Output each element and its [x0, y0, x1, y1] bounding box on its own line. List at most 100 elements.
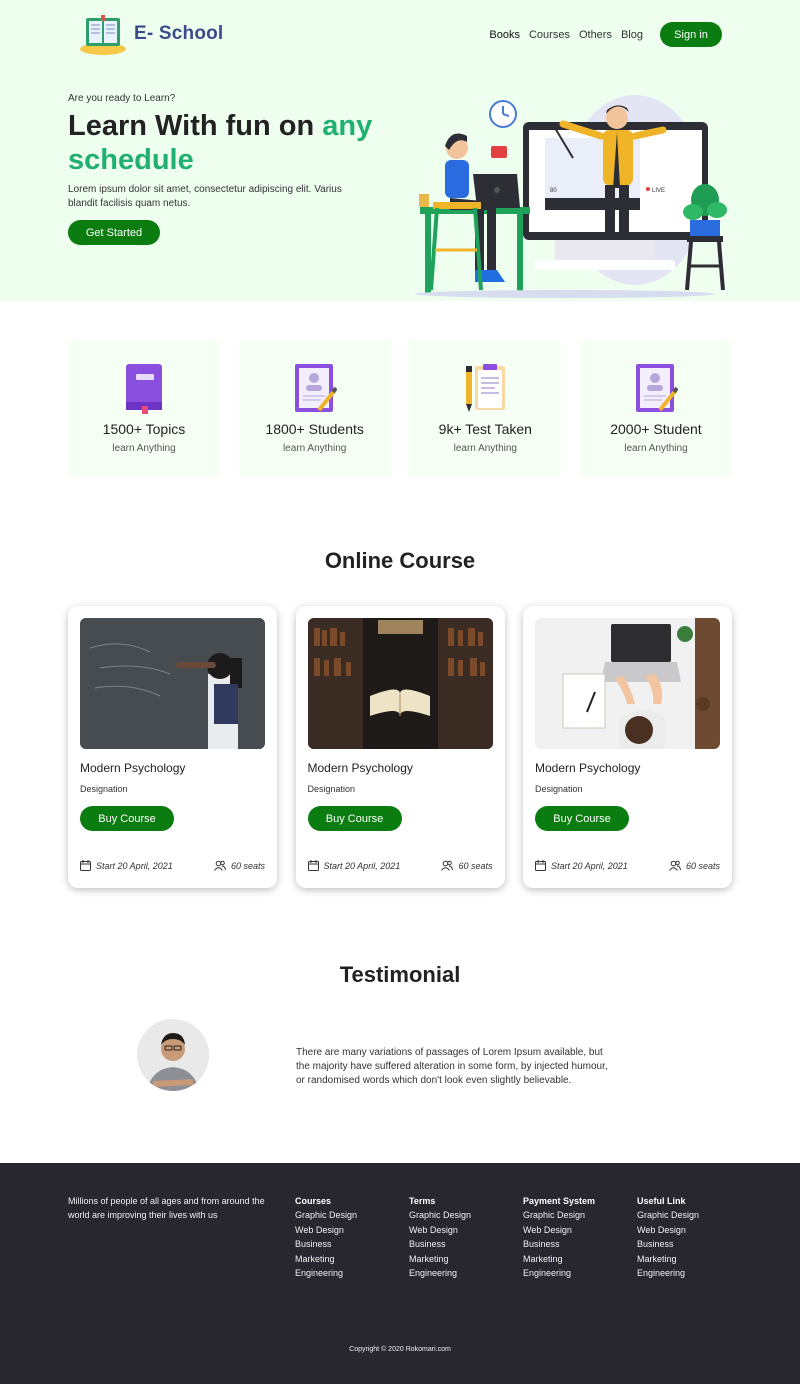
course-start-date: Start 20 April, 2021	[96, 860, 173, 871]
calendar-icon	[535, 860, 546, 871]
users-icon	[214, 860, 226, 871]
course-title: Modern Psychology	[535, 761, 641, 775]
footer-link[interactable]: Marketing	[637, 1252, 699, 1266]
footer-link[interactable]: Engineering	[295, 1266, 357, 1280]
get-started-button[interactable]: Get Started	[68, 220, 160, 245]
course-image-chalkboard	[80, 618, 265, 749]
footer-link[interactable]: Graphic Design	[409, 1208, 471, 1222]
course-meta: Start 20 April, 2021 60 seats	[535, 860, 720, 871]
buy-course-button[interactable]: Buy Course	[535, 806, 629, 831]
hero-title-accent-2: schedule	[68, 144, 194, 176]
hero-description: Lorem ipsum dolor sit amet, consectetur …	[68, 184, 342, 209]
footer-link[interactable]: Engineering	[637, 1266, 699, 1280]
buy-course-button[interactable]: Buy Course	[80, 806, 174, 831]
hero-title: Learn With fun on any schedule	[68, 109, 408, 177]
footer-link[interactable]: Engineering	[409, 1266, 471, 1280]
stat-value: 1500+ Topics	[102, 421, 186, 437]
footer-column-title: Terms	[409, 1196, 436, 1206]
courses-list: Modern Psychology Designation Buy Course…	[68, 606, 732, 888]
stat-card: 1800+ Students learn Anything	[238, 340, 391, 477]
stat-subtitle: learn Anything	[453, 443, 517, 454]
calendar-icon	[80, 860, 91, 871]
footer-link[interactable]: Business	[637, 1237, 699, 1251]
footer-link[interactable]: Marketing	[409, 1252, 471, 1266]
footer-link[interactable]: Web Design	[409, 1223, 471, 1237]
course-seats: 60 seats	[685, 860, 720, 871]
footer-link[interactable]: Business	[409, 1237, 471, 1251]
stat-value: 1800+ Students	[265, 421, 364, 437]
course-designation: Designation	[535, 784, 583, 794]
course-card[interactable]: Modern Psychology Designation Buy Course…	[523, 606, 732, 888]
footer-link[interactable]: Business	[295, 1237, 357, 1251]
course-card[interactable]: Modern Psychology Designation Buy Course…	[68, 606, 277, 888]
stat-subtitle: learn Anything	[624, 443, 688, 454]
footer-column-terms: Terms Graphic Design Web Design Business…	[409, 1194, 471, 1280]
book-icon	[126, 364, 162, 414]
course-meta: Start 20 April, 2021 60 seats	[307, 860, 493, 871]
id-card-icon	[635, 364, 678, 412]
stat-card: 2000+ Student learn Anything	[579, 340, 732, 477]
footer-column-title: Payment System	[523, 1196, 596, 1206]
footer-link[interactable]: Engineering	[523, 1266, 595, 1280]
footer-link[interactable]: Graphic Design	[637, 1208, 699, 1222]
sign-in-button[interactable]: Sign in	[660, 22, 722, 47]
clipboard-icon	[466, 364, 506, 412]
brand-name: E- School	[134, 23, 224, 44]
course-seats: 60 seats	[230, 860, 265, 871]
illustration-live-label: LIVE	[652, 188, 665, 194]
brand-logo[interactable]: E- School	[78, 12, 223, 56]
course-title: Modern Psychology	[80, 761, 186, 775]
footer-column-useful-links: Useful Link Graphic Design Web Design Bu…	[637, 1194, 699, 1280]
site-footer: Millions of people of all ages and from …	[0, 1163, 800, 1384]
nav-link-books[interactable]: Books	[489, 29, 520, 41]
footer-link[interactable]: Graphic Design	[523, 1208, 595, 1222]
footer-column-title: Useful Link	[637, 1196, 686, 1206]
footer-about: Millions of people of all ages and from …	[68, 1196, 265, 1220]
footer-column-payment: Payment System Graphic Design Web Design…	[523, 1194, 595, 1280]
footer-link[interactable]: Web Design	[637, 1223, 699, 1237]
online-learning-illustration: 80 LIVE	[415, 95, 727, 298]
nav-link-blog[interactable]: Blog	[621, 29, 643, 41]
footer-link[interactable]: Marketing	[295, 1252, 357, 1266]
copyright: Copyright © 2020 Rokomari.com	[349, 1346, 451, 1353]
course-card[interactable]: Modern Psychology Designation Buy Course…	[295, 606, 505, 888]
footer-column-title: Courses	[295, 1196, 332, 1206]
nav-link-courses[interactable]: Courses	[529, 29, 570, 41]
nav-link-others[interactable]: Others	[579, 29, 612, 41]
users-icon	[669, 860, 681, 871]
calendar-icon	[307, 860, 319, 871]
footer-column-courses: Courses Graphic Design Web Design Busine…	[295, 1194, 357, 1280]
stat-subtitle: learn Anything	[282, 443, 347, 454]
course-seats: 60 seats	[458, 860, 493, 871]
stat-value: 2000+ Student	[610, 421, 702, 437]
online-course-heading: Online Course	[324, 548, 476, 573]
illustration-count-label: 80	[550, 188, 557, 194]
hero-title-text: Learn With fun on	[68, 110, 323, 142]
course-start-date: Start 20 April, 2021	[551, 860, 628, 871]
footer-link[interactable]: Business	[523, 1237, 595, 1251]
course-image-library	[307, 618, 493, 749]
course-designation: Designation	[307, 784, 356, 794]
course-image-laptop-desk	[535, 618, 720, 749]
course-designation: Designation	[80, 784, 128, 794]
course-title: Modern Psychology	[307, 761, 413, 775]
footer-link[interactable]: Web Design	[295, 1223, 357, 1237]
hero-section: E- School Books Courses Others Blog Sign…	[0, 0, 800, 301]
footer-link[interactable]: Web Design	[523, 1223, 595, 1237]
buy-course-button[interactable]: Buy Course	[307, 806, 402, 831]
hero-title-accent: any	[322, 110, 373, 142]
testimonial-avatar	[137, 1019, 209, 1091]
testimonial-quote: There are many variations of passages of…	[296, 1047, 608, 1086]
course-start-date: Start 20 April, 2021	[323, 860, 401, 871]
stat-card: 1500+ Topics learn Anything	[68, 340, 220, 477]
footer-link[interactable]: Graphic Design	[295, 1208, 357, 1222]
stat-value: 9k+ Test Taken	[438, 421, 532, 437]
course-meta: Start 20 April, 2021 60 seats	[80, 860, 265, 871]
footer-link[interactable]: Marketing	[523, 1252, 595, 1266]
id-card-icon	[294, 364, 337, 412]
testimonial-heading: Testimonial	[339, 962, 461, 987]
top-nav: Books Courses Others Blog Sign in	[489, 22, 722, 47]
users-icon	[441, 860, 454, 871]
school-book-logo-icon	[80, 15, 126, 55]
stats-section: 1500+ Topics learn Anything 1800+ Studen…	[68, 340, 732, 477]
